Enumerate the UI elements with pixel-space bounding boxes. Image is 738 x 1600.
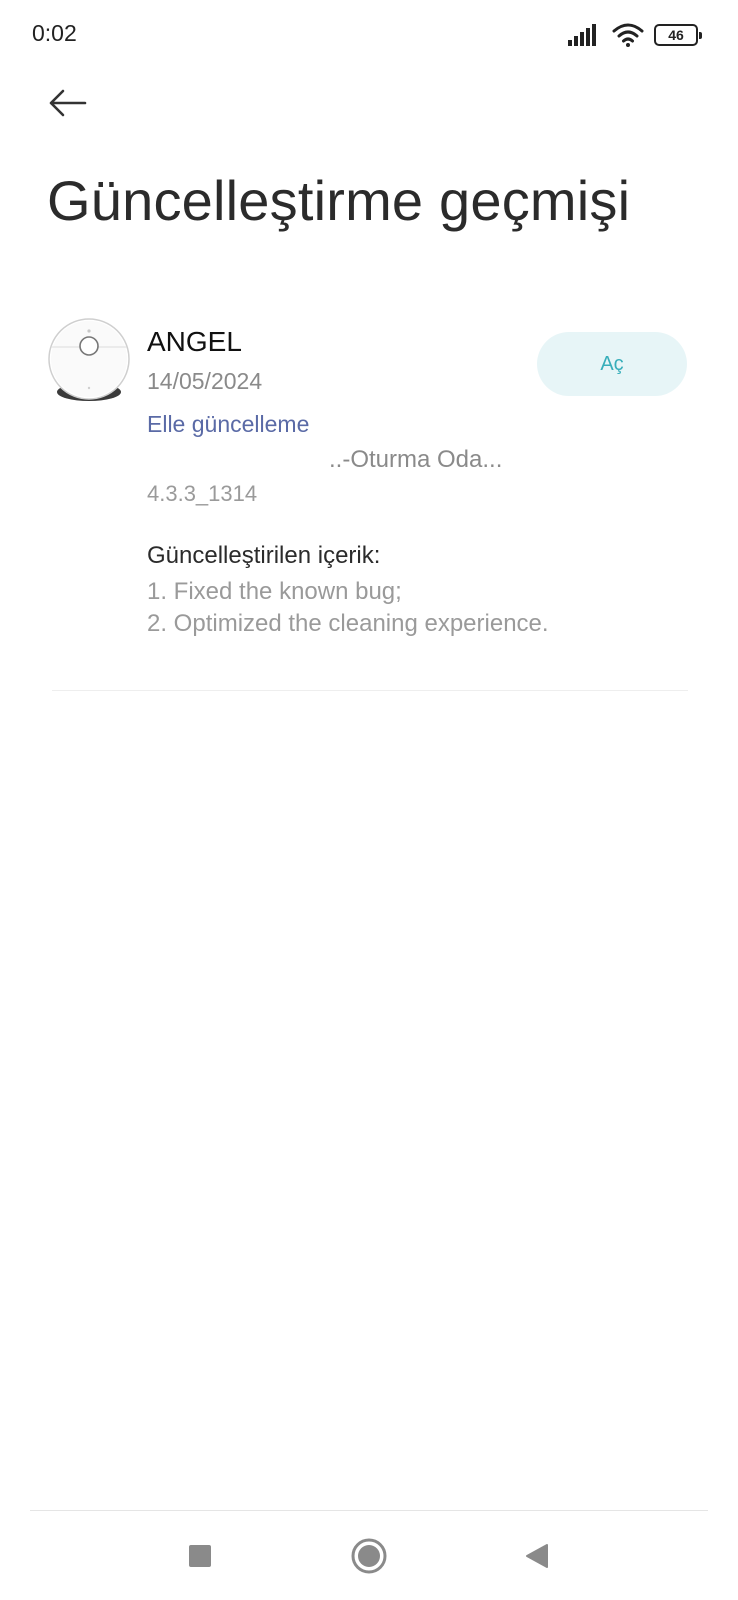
arrow-left-icon <box>49 89 87 117</box>
firmware-version: 4.3.3_1314 <box>147 481 258 506</box>
device-name: ANGEL <box>147 326 242 357</box>
update-date: 14/05/2024 <box>147 368 263 394</box>
system-back-button[interactable] <box>514 1533 560 1579</box>
updated-content-line: 2. Optimized the cleaning experience. <box>147 610 549 637</box>
navigation-bar <box>0 1511 738 1600</box>
recents-button[interactable] <box>177 1533 223 1579</box>
status-icons: 46 <box>568 22 702 48</box>
updated-content-line: 1. Fixed the known bug; <box>147 578 402 605</box>
update-history-screen: 0:02 46 Güncelleştirme geçmişi ANGEL 14/… <box>0 0 738 1600</box>
circle-icon <box>351 1538 387 1574</box>
back-button[interactable] <box>44 80 90 126</box>
triangle-back-icon <box>526 1544 548 1568</box>
square-icon <box>189 1545 211 1567</box>
entry-divider <box>52 690 688 691</box>
signal-bars-icon <box>568 24 596 46</box>
status-time: 0:02 <box>32 20 77 46</box>
status-bar: 0:02 46 <box>0 0 738 70</box>
battery-level: 46 <box>668 27 684 43</box>
wifi-icon <box>612 23 644 47</box>
robot-vacuum-image <box>48 318 130 401</box>
battery-indicator: 46 <box>654 24 702 46</box>
updated-content-heading: Güncelleştirilen içerik: <box>147 542 381 569</box>
page-title: Güncelleştirme geçmişi <box>47 169 631 232</box>
home-button[interactable] <box>346 1533 392 1579</box>
room-name: ..-Oturma Oda... <box>329 446 503 473</box>
open-button[interactable]: Aç <box>537 332 687 396</box>
update-type: Elle güncelleme <box>147 411 310 437</box>
